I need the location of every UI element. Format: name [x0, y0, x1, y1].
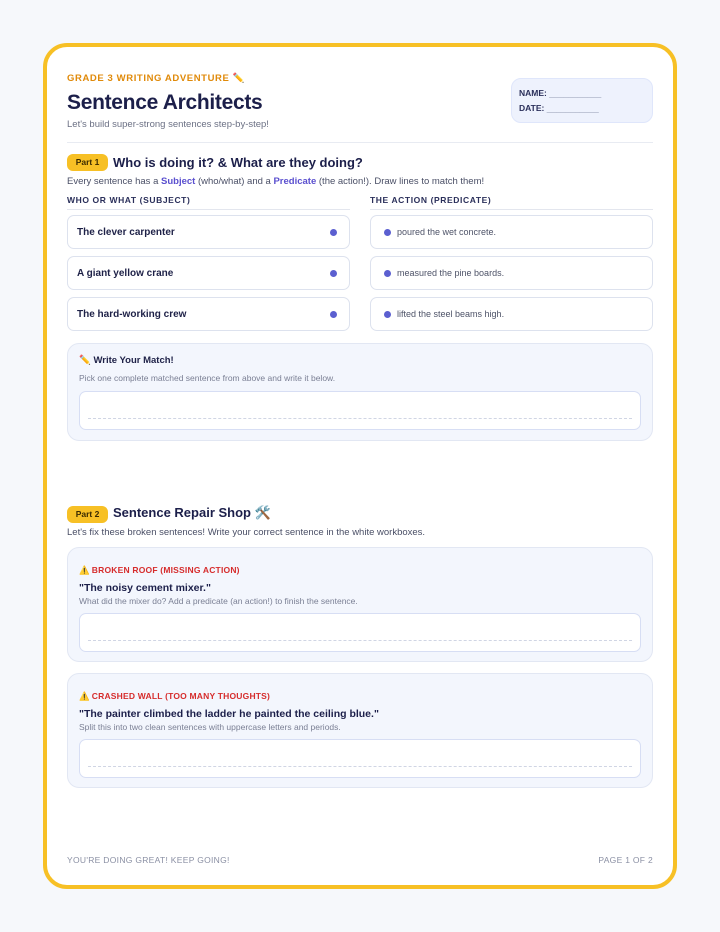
part2-badge: Part 2 [67, 506, 108, 523]
repair-hint: Split this into two clean sentences with… [79, 722, 341, 732]
worksheet-page: GRADE 3 WRITING ADVENTURE ✏️ Sentence Ar… [43, 43, 677, 889]
predicate-text: lifted the steel beams high. [397, 309, 505, 319]
broken-sentence: "The painter climbed the ladder he paint… [79, 708, 379, 720]
broken-sentence: "The noisy cement mixer." [79, 582, 211, 594]
subject-card[interactable]: The clever carpenter [67, 215, 350, 249]
subject-card[interactable]: The hard-working crew [67, 297, 350, 331]
subject-text: The hard-working crew [77, 309, 187, 320]
write-match-workbox[interactable] [79, 391, 641, 430]
page-subtitle: Let's build super-strong sentences step-… [67, 119, 269, 130]
date-line[interactable]: ___________ [547, 103, 599, 113]
part1-description: Every sentence has a Subject (who/what) … [67, 176, 484, 187]
desc-text: (the action!). Draw lines to match them! [316, 176, 485, 187]
repair-label: ⚠️ BROKEN ROOF (MISSING ACTION) [79, 565, 240, 576]
repair-workbox[interactable] [79, 739, 641, 778]
name-label: NAME: [519, 88, 547, 98]
repair-label: ⚠️ CRASHED WALL (TOO MANY THOUGHTS) [79, 691, 270, 702]
grade-kicker: GRADE 3 WRITING ADVENTURE ✏️ [67, 73, 246, 84]
predicate-card[interactable]: lifted the steel beams high. [370, 297, 653, 331]
date-row[interactable]: DATE: ___________ [519, 101, 652, 116]
desc-text: (who/what) and a [195, 176, 274, 187]
name-line[interactable]: ___________ [549, 88, 601, 98]
subject-card[interactable]: A giant yellow crane [67, 256, 350, 290]
writing-line [88, 640, 632, 641]
repair-item-card: ⚠️ CRASHED WALL (TOO MANY THOUGHTS) "The … [67, 673, 653, 788]
part1-badge: Part 1 [67, 154, 108, 171]
subject-column-rule [67, 209, 350, 210]
desc-subject-term: Subject [161, 176, 196, 187]
repair-workbox[interactable] [79, 613, 641, 652]
writing-line [88, 766, 632, 767]
subject-text: The clever carpenter [77, 227, 175, 238]
part1-heading: Who is doing it? & What are they doing? [113, 155, 363, 170]
predicate-card[interactable]: measured the pine boards. [370, 256, 653, 290]
match-dot[interactable] [330, 229, 337, 236]
repair-label-text: CRASHED WALL (TOO MANY THOUGHTS) [91, 691, 271, 701]
predicate-column-header: THE ACTION (PREDICATE) [370, 195, 492, 205]
desc-predicate-term: Predicate [273, 176, 317, 187]
page-number: PAGE 1 OF 2 [598, 855, 653, 865]
warning-icon: ⚠️ [79, 691, 90, 701]
match-dot[interactable] [384, 229, 391, 236]
repair-item-card: ⚠️ BROKEN ROOF (MISSING ACTION) "The nois… [67, 547, 653, 662]
write-match-title: ✏️ Write Your Match! [79, 355, 174, 366]
write-your-match-panel: ✏️ Write Your Match! Pick one complete m… [67, 343, 653, 441]
match-dot[interactable] [384, 311, 391, 318]
match-dot[interactable] [330, 311, 337, 318]
match-dot[interactable] [384, 270, 391, 277]
writing-line [88, 418, 632, 419]
name-row[interactable]: NAME: ___________ [519, 86, 652, 101]
predicate-column-rule [370, 209, 653, 210]
desc-text: Every sentence has a [67, 176, 161, 187]
page-title: Sentence Architects [67, 91, 263, 114]
repair-hint: What did the mixer do? Add a predicate (… [79, 596, 358, 606]
write-match-instructions: Pick one complete matched sentence from … [79, 373, 336, 383]
predicate-text: poured the wet concrete. [397, 227, 497, 237]
warning-icon: ⚠️ [79, 565, 90, 575]
header-divider [67, 142, 653, 143]
subject-text: A giant yellow crane [77, 268, 174, 279]
repair-label-text: BROKEN ROOF (MISSING ACTION) [91, 565, 240, 575]
date-label: DATE: [519, 103, 545, 113]
footer-encouragement: YOU'RE DOING GREAT! KEEP GOING! [67, 855, 230, 865]
predicate-text: measured the pine boards. [397, 268, 505, 278]
name-date-box: NAME: ___________ DATE: ___________ [511, 78, 653, 123]
part2-description: Let's fix these broken sentences! Write … [67, 527, 426, 538]
match-dot[interactable] [330, 270, 337, 277]
subject-column-header: WHO OR WHAT (SUBJECT) [67, 195, 191, 205]
part2-heading: Sentence Repair Shop 🛠️ [113, 505, 271, 520]
predicate-card[interactable]: poured the wet concrete. [370, 215, 653, 249]
